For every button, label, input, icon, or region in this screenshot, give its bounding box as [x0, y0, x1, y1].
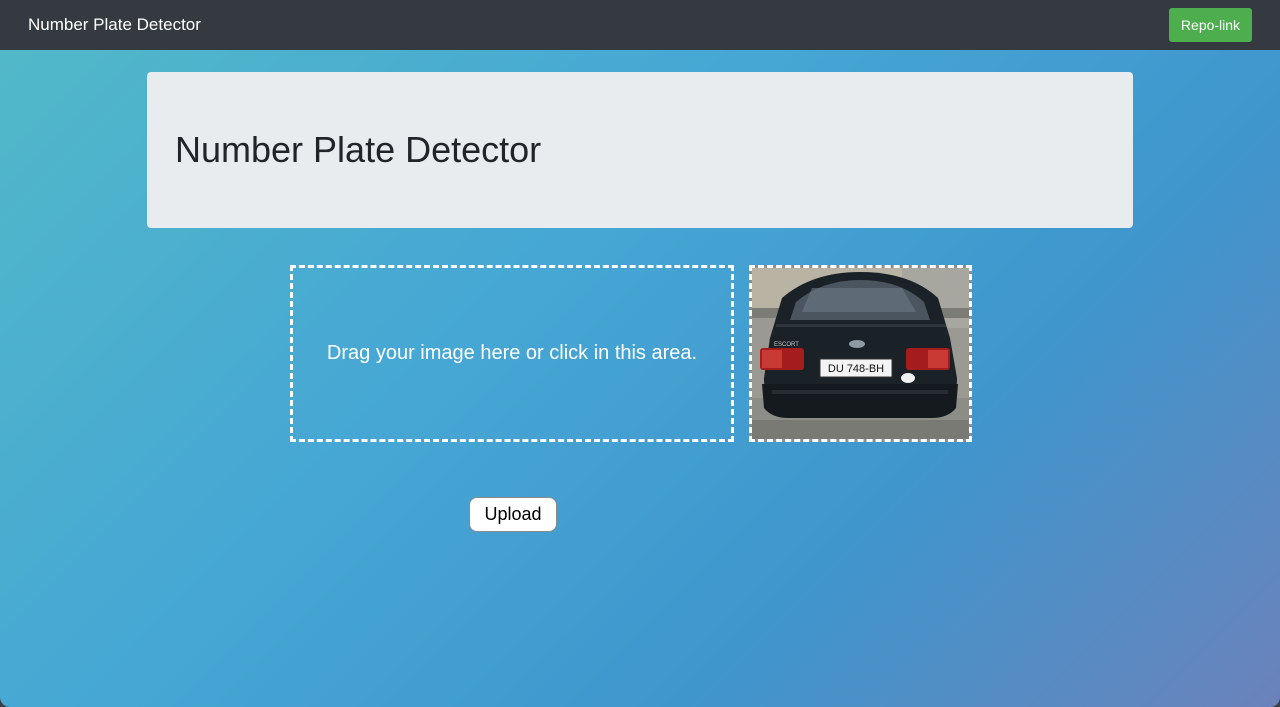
license-plate: DU 748-BH — [828, 363, 884, 375]
car-badge: ESCORT — [774, 342, 799, 348]
image-preview: ESCORT DU 748-BH — [749, 265, 972, 442]
jumbotron: Number Plate Detector — [147, 72, 1133, 228]
upload-button[interactable]: Upload — [469, 497, 557, 532]
page-title: Number Plate Detector — [175, 129, 542, 170]
repo-link-button[interactable]: Repo-link — [1169, 8, 1252, 42]
navbar-brand[interactable]: Number Plate Detector — [28, 14, 201, 36]
dropzone-text: Drag your image here or click in this ar… — [326, 342, 698, 364]
navbar: Number Plate Detector Repo-link — [0, 0, 1280, 50]
car-photo: ESCORT DU 748-BH — [752, 268, 969, 439]
app-window: Number Plate Detector Repo-link Number P… — [0, 0, 1280, 707]
image-dropzone[interactable]: Drag your image here or click in this ar… — [290, 265, 734, 442]
